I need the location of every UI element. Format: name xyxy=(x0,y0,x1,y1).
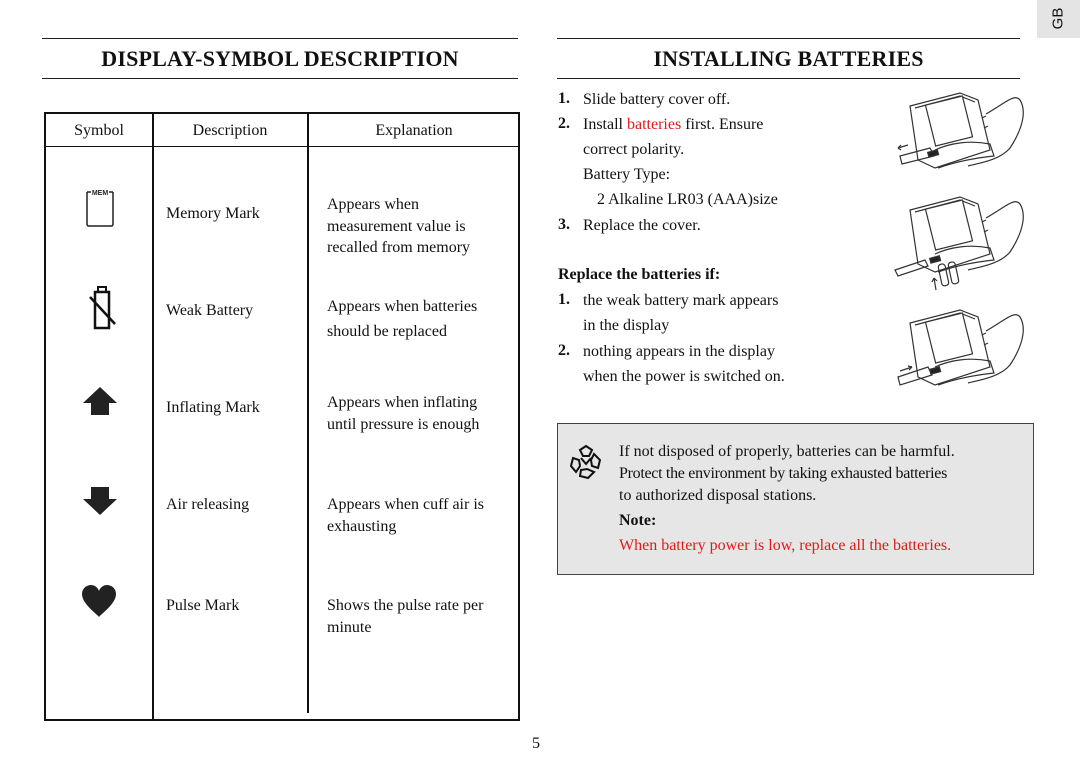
description-memory-mark: Memory Mark xyxy=(166,205,260,222)
column-divider xyxy=(152,114,154,719)
step-text: Install batteries first. Ensure xyxy=(583,116,764,133)
disposal-note-box: If not disposed of properly, batteries c… xyxy=(557,423,1034,575)
battery-type-label: Battery Type: xyxy=(583,166,671,183)
explanation-inflating-mark: Appears when inflating until pressure is… xyxy=(327,394,480,433)
column-divider xyxy=(307,114,309,713)
battery-type-value: 2 Alkaline LR03 (AAA)size xyxy=(597,191,778,208)
memory-mark-icon: MEM xyxy=(84,187,116,232)
header-explanation: Explanation xyxy=(375,122,453,139)
language-tab-label: GB xyxy=(1049,7,1067,30)
header-symbol: Symbol xyxy=(74,122,124,139)
note-text: When battery power is low, replace all t… xyxy=(619,537,952,554)
title-rule-top xyxy=(42,38,518,39)
air-releasing-arrow-down-icon xyxy=(82,486,118,521)
step-number: 3. xyxy=(558,216,570,233)
illustration-insert-batteries xyxy=(890,192,1025,297)
title-rule-top xyxy=(557,38,1020,39)
description-air-releasing: Air releasing xyxy=(166,496,250,513)
step-text: Slide battery cover off. xyxy=(583,91,731,108)
condition-text: the weak battery mark appears in the dis… xyxy=(583,292,779,334)
weak-battery-icon xyxy=(88,286,116,335)
title-rule-bottom xyxy=(42,78,518,79)
inflating-arrow-up-icon xyxy=(82,386,118,421)
section-title-installing-batteries: INSTALLING BATTERIES xyxy=(653,46,924,71)
step-text-continuation: correct polarity. xyxy=(583,141,685,158)
replace-heading: Replace the batteries if: xyxy=(558,266,721,283)
note-label: Note: xyxy=(619,512,657,529)
step-number: 1. xyxy=(558,90,570,107)
illustration-replace-cover xyxy=(890,305,1025,395)
section-title-display-symbol: DISPLAY-SYMBOL DESCRIPTION xyxy=(101,46,459,71)
description-inflating-mark: Inflating Mark xyxy=(166,399,260,416)
explanation-air-releasing: Appears when cuff air is exhausting xyxy=(327,496,484,535)
title-rule-bottom xyxy=(557,78,1020,79)
svg-text:MEM: MEM xyxy=(92,190,109,197)
illustration-remove-cover xyxy=(890,88,1025,178)
explanation-weak-battery: Appears when batteries should be replace… xyxy=(327,298,478,340)
recycle-icon xyxy=(568,444,604,485)
symbol-table: Symbol Description Explanation MEM Memor… xyxy=(44,112,520,721)
step-text: Replace the cover. xyxy=(583,217,701,234)
description-pulse-mark: Pulse Mark xyxy=(166,597,240,614)
condition-number: 1. xyxy=(558,291,570,308)
step-number: 2. xyxy=(558,115,570,132)
description-weak-battery: Weak Battery xyxy=(166,302,254,319)
highlight-batteries: batteries xyxy=(627,116,682,133)
explanation-pulse-mark: Shows the pulse rate per minute xyxy=(327,597,484,636)
page-number: 5 xyxy=(532,735,540,752)
pulse-heart-icon xyxy=(80,584,118,623)
explanation-memory-mark: Appears when measurement value is recall… xyxy=(327,196,471,256)
condition-text: nothing appears in the display when the … xyxy=(583,343,785,385)
disposal-warning-text: If not disposed of properly, batteries c… xyxy=(619,443,955,504)
header-description: Description xyxy=(192,122,268,139)
condition-number: 2. xyxy=(558,342,570,359)
header-divider xyxy=(46,146,518,147)
